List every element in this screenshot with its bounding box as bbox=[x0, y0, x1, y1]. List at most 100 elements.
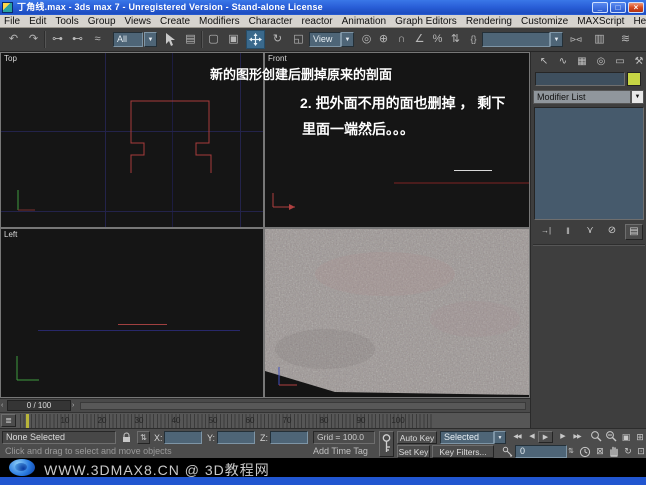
menu-edit[interactable]: Edit bbox=[29, 16, 46, 27]
remove-modifier-icon[interactable]: ⊘ bbox=[603, 224, 621, 240]
undo-icon[interactable]: ↶ bbox=[4, 30, 23, 49]
menu-group[interactable]: Group bbox=[88, 16, 116, 27]
viewport-left[interactable]: Left bbox=[1, 229, 263, 397]
spinner-snap-icon[interactable]: ⇅ bbox=[446, 30, 465, 49]
slider-left-arrow-icon[interactable]: ‹ bbox=[1, 401, 6, 411]
menu-reactor[interactable]: reactor bbox=[302, 16, 333, 27]
tab-hierarchy-icon[interactable]: ▦ bbox=[573, 54, 591, 70]
menu-maxscript[interactable]: MAXScript bbox=[577, 16, 624, 27]
add-time-tag[interactable]: Add Time Tag bbox=[313, 446, 368, 456]
time-slider-handle[interactable]: 0 / 100 bbox=[7, 400, 71, 411]
time-configuration-icon[interactable] bbox=[579, 446, 591, 458]
viewport-perspective[interactable] bbox=[265, 229, 529, 397]
align-icon[interactable]: ▥ bbox=[590, 30, 609, 49]
rectangular-selection-region-icon[interactable]: ▢ bbox=[204, 30, 223, 49]
configure-modifier-sets-icon[interactable]: ▤ bbox=[625, 224, 643, 240]
time-marker[interactable] bbox=[26, 414, 29, 428]
menu-animation[interactable]: Animation bbox=[342, 16, 386, 27]
viewport-top-label[interactable]: Top bbox=[4, 54, 17, 63]
object-color-swatch[interactable] bbox=[627, 72, 641, 86]
select-and-link-icon[interactable]: ⊶ bbox=[48, 30, 67, 49]
modifier-list-dropdown[interactable]: Modifier List bbox=[533, 90, 631, 104]
y-coordinate-field[interactable] bbox=[217, 431, 255, 444]
redo-icon[interactable]: ↷ bbox=[24, 30, 43, 49]
mirror-icon[interactable]: ⊳⊲ bbox=[566, 30, 585, 49]
show-end-result-icon[interactable]: ‖ bbox=[559, 224, 577, 240]
menu-modifiers[interactable]: Modifiers bbox=[199, 16, 240, 27]
title-bar[interactable]: 丁角线.max - 3ds max 7 - Unregistered Versi… bbox=[0, 0, 646, 15]
menu-customize[interactable]: Customize bbox=[521, 16, 568, 27]
modifier-stack[interactable] bbox=[534, 107, 644, 220]
go-to-start-icon[interactable]: ◀◀ bbox=[509, 431, 525, 443]
window-crossing-icon[interactable]: ▣ bbox=[224, 30, 243, 49]
key-filters-button[interactable]: Key Filters... bbox=[432, 445, 494, 458]
tab-display-icon[interactable]: ▭ bbox=[611, 54, 629, 70]
named-selection-arrow-icon[interactable]: ▼ bbox=[550, 32, 563, 47]
select-and-move-icon[interactable] bbox=[246, 30, 265, 49]
object-name-field[interactable] bbox=[535, 72, 625, 86]
selection-lock-icon[interactable] bbox=[121, 432, 132, 443]
select-and-rotate-icon[interactable]: ↻ bbox=[268, 30, 287, 49]
play-animation-icon[interactable]: ▶ bbox=[538, 431, 553, 443]
absolute-offset-toggle-icon[interactable]: ⇅ bbox=[137, 431, 150, 444]
z-coordinate-field[interactable] bbox=[270, 431, 308, 444]
menu-views[interactable]: Views bbox=[125, 16, 152, 27]
curve-editor-icon[interactable]: ≋ bbox=[616, 30, 635, 49]
menu-tools[interactable]: Tools bbox=[55, 16, 78, 27]
select-object-icon[interactable] bbox=[160, 30, 179, 49]
reference-coordinate-arrow-icon[interactable]: ▼ bbox=[341, 32, 354, 47]
slider-right-arrow-icon[interactable]: › bbox=[72, 401, 77, 411]
key-mode-toggle-icon[interactable] bbox=[502, 446, 513, 457]
tab-motion-icon[interactable]: ◎ bbox=[592, 54, 610, 70]
go-to-end-icon[interactable]: ▶▶ bbox=[569, 431, 585, 443]
percent-snap-icon[interactable]: % bbox=[428, 30, 447, 49]
make-unique-icon[interactable]: ⋎ bbox=[581, 224, 599, 240]
pin-stack-icon[interactable]: →| bbox=[537, 224, 555, 240]
frame-spinner-icon[interactable]: ⇅ bbox=[567, 445, 575, 458]
select-and-manipulate-icon[interactable]: ⊕ bbox=[374, 30, 393, 49]
minmax-toggle-icon[interactable]: ⊡ bbox=[633, 445, 646, 457]
select-by-name-icon[interactable]: ▤ bbox=[181, 30, 200, 49]
main-toolbar: ↶ ↷ ⊶ ⊷ ≈ All ▼ ▤ ▢ ▣ ↻ ◱ View ▼ ◎ ⊕ ∩ ∠… bbox=[0, 28, 646, 52]
menu-graph-editors[interactable]: Graph Editors bbox=[395, 16, 457, 27]
bind-to-space-warp-icon[interactable]: ≈ bbox=[88, 30, 107, 49]
current-frame-field[interactable]: 0 bbox=[515, 445, 567, 458]
modifier-list-arrow-icon[interactable]: ▼ bbox=[631, 90, 644, 104]
set-key-button[interactable]: Set Key bbox=[397, 445, 430, 458]
zoom-icon[interactable] bbox=[588, 430, 604, 442]
time-slider[interactable]: ‹ 0 / 100 › bbox=[0, 398, 530, 412]
menu-create[interactable]: Create bbox=[160, 16, 190, 27]
viewport-front-label[interactable]: Front bbox=[268, 54, 287, 63]
maximize-button[interactable]: □ bbox=[610, 2, 626, 13]
zoom-extents-all-icon[interactable]: ⊞ bbox=[632, 431, 646, 443]
tab-utilities-icon[interactable]: ⚒ bbox=[630, 54, 646, 70]
track-bar[interactable]: ≣ 10 20 30 40 50 60 70 80 90 100 bbox=[0, 412, 530, 428]
menu-rendering[interactable]: Rendering bbox=[466, 16, 512, 27]
unlink-selection-icon[interactable]: ⊷ bbox=[68, 30, 87, 49]
selection-filter-dropdown[interactable]: All bbox=[113, 32, 143, 47]
close-button[interactable]: × bbox=[628, 2, 644, 13]
named-selection-dropdown[interactable] bbox=[482, 32, 550, 47]
select-and-scale-icon[interactable]: ◱ bbox=[289, 30, 308, 49]
auto-key-button[interactable]: Auto Key bbox=[397, 431, 437, 444]
minimize-button[interactable]: _ bbox=[592, 2, 608, 13]
time-slider-groove[interactable] bbox=[80, 402, 526, 410]
set-key-toggle-icon[interactable] bbox=[379, 431, 394, 457]
tab-create-icon[interactable]: ↖ bbox=[535, 54, 553, 70]
angle-snap-icon[interactable]: ∠ bbox=[410, 30, 429, 49]
menu-character[interactable]: Character bbox=[249, 16, 293, 27]
selected-keys-arrow-icon[interactable]: ▼ bbox=[494, 431, 506, 444]
reference-coordinate-dropdown[interactable]: View bbox=[309, 32, 341, 47]
menu-file[interactable]: File bbox=[4, 16, 20, 27]
menu-help[interactable]: Help bbox=[633, 16, 646, 27]
selected-keys-dropdown[interactable]: Selected bbox=[440, 431, 494, 444]
viewport-left-label[interactable]: Left bbox=[4, 230, 17, 239]
tick-70: 70 bbox=[282, 416, 292, 425]
edit-named-selections-icon[interactable]: {} bbox=[464, 30, 483, 49]
x-coordinate-field[interactable] bbox=[164, 431, 202, 444]
tab-modify-icon[interactable]: ∿ bbox=[554, 54, 572, 70]
selection-filter-arrow-icon[interactable]: ▼ bbox=[144, 32, 157, 47]
snap-toggle-icon[interactable]: ∩ bbox=[392, 30, 411, 49]
mini-curve-editor-icon[interactable]: ≣ bbox=[1, 414, 16, 427]
zoom-all-icon[interactable] bbox=[603, 430, 619, 442]
